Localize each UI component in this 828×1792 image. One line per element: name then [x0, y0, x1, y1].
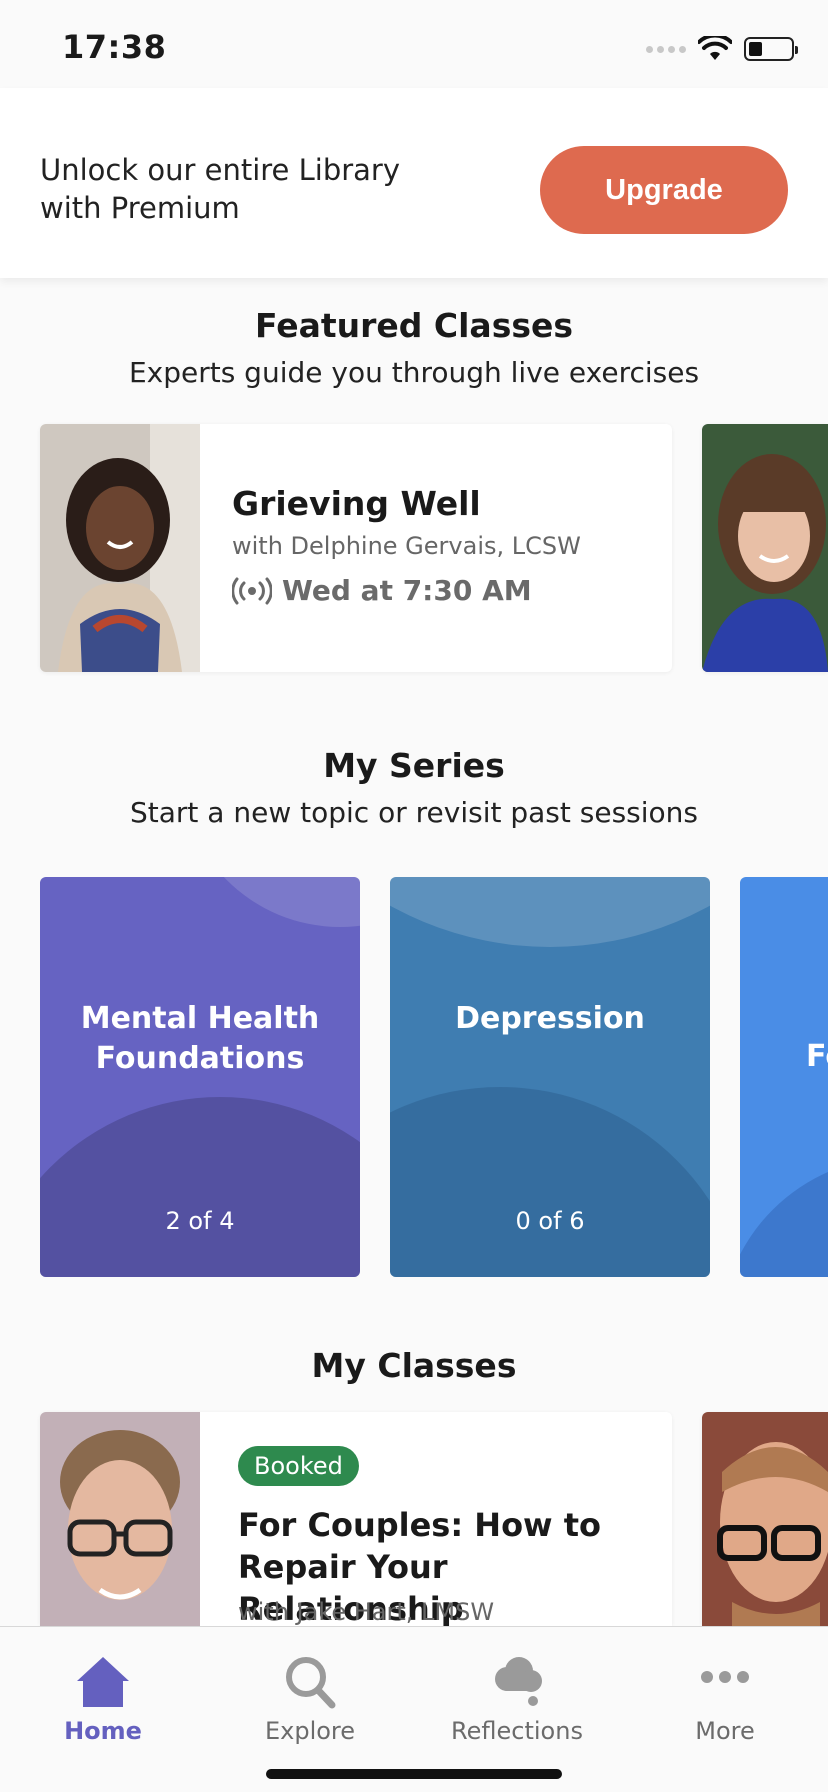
my-classes-title: My Classes	[311, 1346, 517, 1385]
my-class-card[interactable]: Booked For Couples: How to Repair Your R…	[40, 1412, 672, 1626]
my-series-subtitle: Start a new topic or revisit past sessio…	[130, 796, 698, 829]
instructor-photo	[40, 1412, 200, 1626]
tab-explore[interactable]: Explore	[230, 1653, 390, 1745]
wifi-icon	[698, 36, 732, 60]
cellular-signal-icon	[646, 45, 686, 53]
live-broadcast-icon	[232, 577, 272, 604]
search-icon	[286, 1657, 336, 1709]
more-dots-icon	[701, 1671, 749, 1683]
tab-reflections[interactable]: Reflections	[437, 1653, 597, 1745]
instructor-photo	[702, 1412, 828, 1626]
my-series-title: My Series	[323, 746, 505, 785]
tab-reflections-label: Reflections	[451, 1717, 583, 1745]
thought-cloud-icon	[495, 1657, 542, 1706]
class-title: Grieving Well	[232, 484, 481, 523]
class-time: Wed at 7:30 AM	[282, 574, 532, 607]
tab-more-label: More	[695, 1717, 755, 1745]
series-progress: 2 of 4	[165, 1207, 235, 1235]
series-title: Mental Health Foundations	[80, 1001, 320, 1076]
home-icon	[77, 1657, 129, 1707]
my-class-card-next[interactable]	[702, 1412, 828, 1626]
featured-classes-title: Featured Classes	[255, 306, 573, 345]
series-title: Depression	[455, 1001, 645, 1036]
series-card-mental-health[interactable]: Mental Health Foundations 2 of 4	[40, 877, 360, 1277]
series-progress: 0 of 6	[515, 1207, 585, 1235]
class-instructor: with Delphine Gervais, LCSW	[232, 532, 581, 560]
status-bar: 17:38	[0, 0, 828, 88]
featured-class-card[interactable]: Grieving Well with Delphine Gervais, LCS…	[40, 424, 672, 672]
class-schedule: Wed at 7:30 AM	[232, 574, 532, 607]
instructor-photo	[40, 424, 200, 672]
series-title: Fo	[806, 1039, 828, 1074]
booked-badge: Booked	[238, 1446, 359, 1486]
status-icons	[646, 36, 798, 62]
tab-home-label: Home	[64, 1717, 142, 1745]
upgrade-message: Unlock our entire Library with Premium	[40, 153, 401, 225]
series-card-decoration	[740, 1172, 828, 1277]
tab-home[interactable]: Home	[23, 1653, 183, 1745]
bottom-tab-bar: Home Explore Reflections More	[0, 1626, 828, 1792]
series-card-depression[interactable]: Depression 0 of 6	[390, 877, 710, 1277]
featured-class-card-next[interactable]	[702, 424, 828, 672]
tab-more[interactable]: More	[645, 1653, 805, 1745]
class-instructor: with Jake Hart, LMSW	[238, 1598, 495, 1626]
upgrade-button[interactable]: Upgrade	[540, 146, 788, 234]
series-card-next[interactable]: Fo	[740, 877, 828, 1277]
instructor-photo	[702, 424, 828, 672]
battery-icon	[744, 37, 798, 61]
status-time: 17:38	[62, 28, 167, 66]
home-indicator[interactable]	[266, 1769, 562, 1779]
upgrade-banner: Unlock our entire Library with Premium U…	[0, 88, 828, 278]
tab-explore-label: Explore	[264, 1717, 356, 1745]
featured-classes-subtitle: Experts guide you through live exercises	[128, 356, 700, 389]
